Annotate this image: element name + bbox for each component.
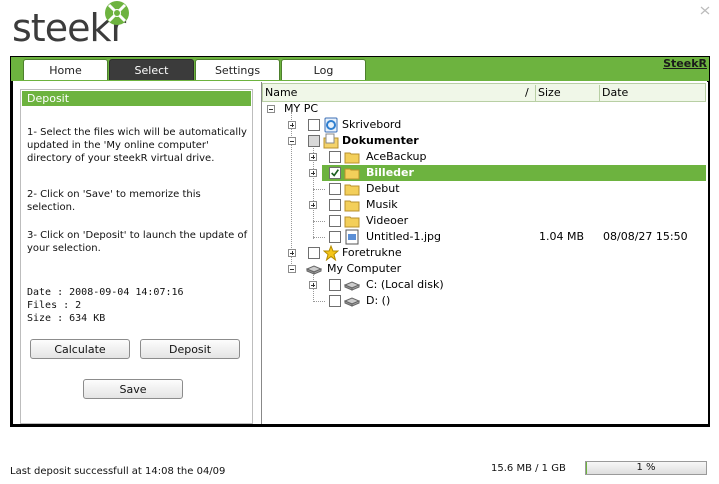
file-date: 08/08/27 15:50 [603,230,688,243]
deposit-date: Date : 2008-09-04 14:07:16 [27,287,184,298]
tree-row-my-computer[interactable]: My Computer [262,261,706,277]
expand-toggle[interactable] [309,169,317,177]
tree-item-label: Debut [366,182,400,195]
tree-item-label: Skrivebord [342,118,402,131]
checkbox[interactable] [329,183,341,195]
steekr-header-link[interactable]: SteekR [663,57,707,70]
tree-item-label: Musik [366,198,398,211]
progress-label: 1 % [636,462,656,473]
tree-item-label: D: () [366,294,391,307]
storage-progress-bar: 1 % [585,461,707,475]
tree-row-my-pc[interactable]: MY PC [262,101,706,117]
tree-line [313,189,325,190]
tab-home[interactable]: Home [23,59,108,80]
checkbox[interactable] [329,279,341,291]
collapse-toggle[interactable] [267,105,275,113]
checkbox[interactable] [308,119,320,131]
documents-icon [323,133,339,149]
tab-select[interactable]: Select [109,59,194,80]
instruction-step-2: 2- Click on 'Save' to memorize this sele… [27,189,201,213]
save-button[interactable]: Save [83,379,183,399]
tree-item-label: AceBackup [366,150,427,163]
expand-toggle[interactable] [309,153,317,161]
deposit-size: Size : 634 KB [27,313,106,324]
folder-icon [344,216,360,228]
deposit-button[interactable]: Deposit [140,339,240,359]
tree-item-label: Untitled-1.jpg [366,230,441,243]
desktop-icon [324,117,338,133]
drive-icon [344,281,360,291]
logo-mark-icon [105,1,129,25]
checkbox-checked[interactable] [329,167,341,179]
tree-item-label: Billeder [366,166,414,179]
column-header-date[interactable]: Date [600,84,702,101]
tree-item-label: C: (Local disk) [366,278,444,291]
tree-row-untitled-jpg[interactable]: Untitled-1.jpg 1.04 MB 08/08/27 15:50 [262,229,706,245]
folder-icon [344,184,360,196]
tree-row-dokumenter[interactable]: Dokumenter [262,133,706,149]
sort-indicator: / [525,86,529,99]
status-message: Last deposit successfull at 14:08 the 04… [10,466,226,477]
tree-row-d-drive[interactable]: D: () [262,293,706,309]
expand-toggle[interactable] [309,281,317,289]
calculate-button[interactable]: Calculate [30,339,130,359]
checkbox[interactable] [308,135,320,147]
computer-icon [306,265,322,275]
tree-row-musik[interactable]: Musik [262,197,706,213]
tree-item-label: Dokumenter [342,134,419,147]
column-header-name[interactable]: Name [263,84,535,101]
tree-row-debut[interactable]: Debut [262,181,706,197]
checkbox[interactable] [329,215,341,227]
instruction-step-1: 1- Select the files wich will be automat… [27,127,247,164]
tree-item-label: My Computer [327,262,402,275]
storage-usage: 15.6 MB / 1 GB [491,463,566,474]
collapse-toggle[interactable] [288,265,296,273]
tree-row-foretrukne[interactable]: Foretrukne [262,245,706,261]
tree-row-acebackup[interactable]: AceBackup [262,149,706,165]
tree-row-skrivebord[interactable]: Skrivebord [262,117,706,133]
image-file-icon [345,229,359,245]
checkbox[interactable] [329,295,341,307]
collapse-toggle[interactable] [288,137,296,145]
tree-item-label: Foretrukne [342,246,402,259]
tree-header: Name / Size Date [262,83,706,102]
tab-settings[interactable]: Settings [195,59,280,80]
column-header-size[interactable]: Size [536,84,598,101]
folder-icon [344,168,360,180]
file-tree-panel: Name / Size Date MY PC Skrivebord Dokume… [261,82,708,424]
instruction-step-3: 3- Click on 'Deposit' to launch the upda… [27,230,248,254]
tree-line [313,221,325,222]
tree-line [313,301,325,302]
tree-row-billeder[interactable]: Billeder [262,165,706,181]
close-icon[interactable] [700,6,710,15]
expand-toggle[interactable] [288,249,296,257]
checkbox[interactable] [329,231,341,243]
tree-item-label: MY PC [284,102,319,115]
star-icon [323,245,339,261]
expand-toggle[interactable] [288,121,296,129]
deposit-panel-title: Deposit [22,91,251,106]
tree-row-videoer[interactable]: Videoer [262,213,706,229]
expand-toggle[interactable] [309,201,317,209]
tree-row-c-drive[interactable]: C: (Local disk) [262,277,706,293]
checkbox[interactable] [329,199,341,211]
folder-icon [344,200,360,212]
drive-icon [344,297,360,307]
tab-log[interactable]: Log [281,59,366,80]
checkbox[interactable] [308,247,320,259]
deposit-files: Files : 2 [27,300,82,311]
checkbox[interactable] [329,151,341,163]
deposit-panel: Deposit 1- Select the files wich will be… [20,89,253,424]
folder-icon [344,152,360,164]
file-size: 1.04 MB [539,230,585,243]
tree-line [313,237,325,238]
tree-item-label: Videoer [366,214,409,227]
